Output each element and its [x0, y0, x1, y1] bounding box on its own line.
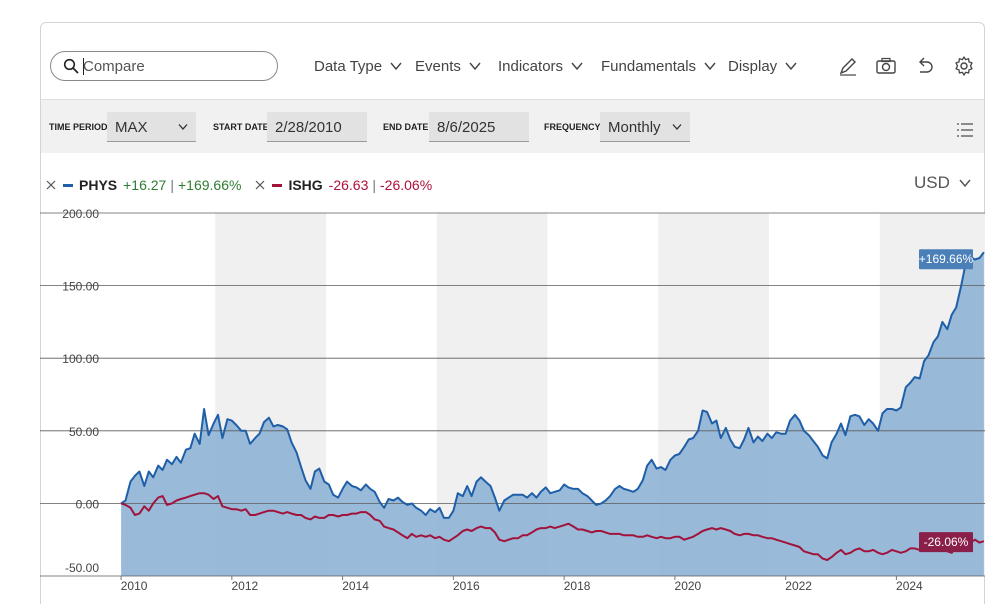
y-tick-label: 200.00 [62, 207, 99, 221]
y-tick-label: 100.00 [62, 352, 99, 366]
x-tick-label: 2018 [564, 579, 591, 593]
x-tick-label: 2012 [231, 579, 258, 593]
end-label-ishg: -26.06% [924, 535, 969, 549]
x-tick-label: 2024 [896, 579, 923, 593]
y-tick-label: -50.00 [65, 561, 99, 575]
x-tick-label: 2010 [121, 579, 148, 593]
end-label-phys: +169.66% [919, 252, 974, 266]
x-tick-label: 2014 [342, 579, 369, 593]
x-tick-label: 2022 [785, 579, 812, 593]
price-chart[interactable]: 200.00 150.00 100.00 50.00 0.00 -50.00 2010 201… [0, 0, 995, 604]
y-tick-label: 150.00 [62, 280, 99, 294]
x-tick-label: 2020 [675, 579, 702, 593]
y-tick-label: 0.00 [76, 497, 100, 511]
x-tick-label: 2016 [453, 579, 480, 593]
y-tick-label: 50.00 [69, 425, 99, 439]
